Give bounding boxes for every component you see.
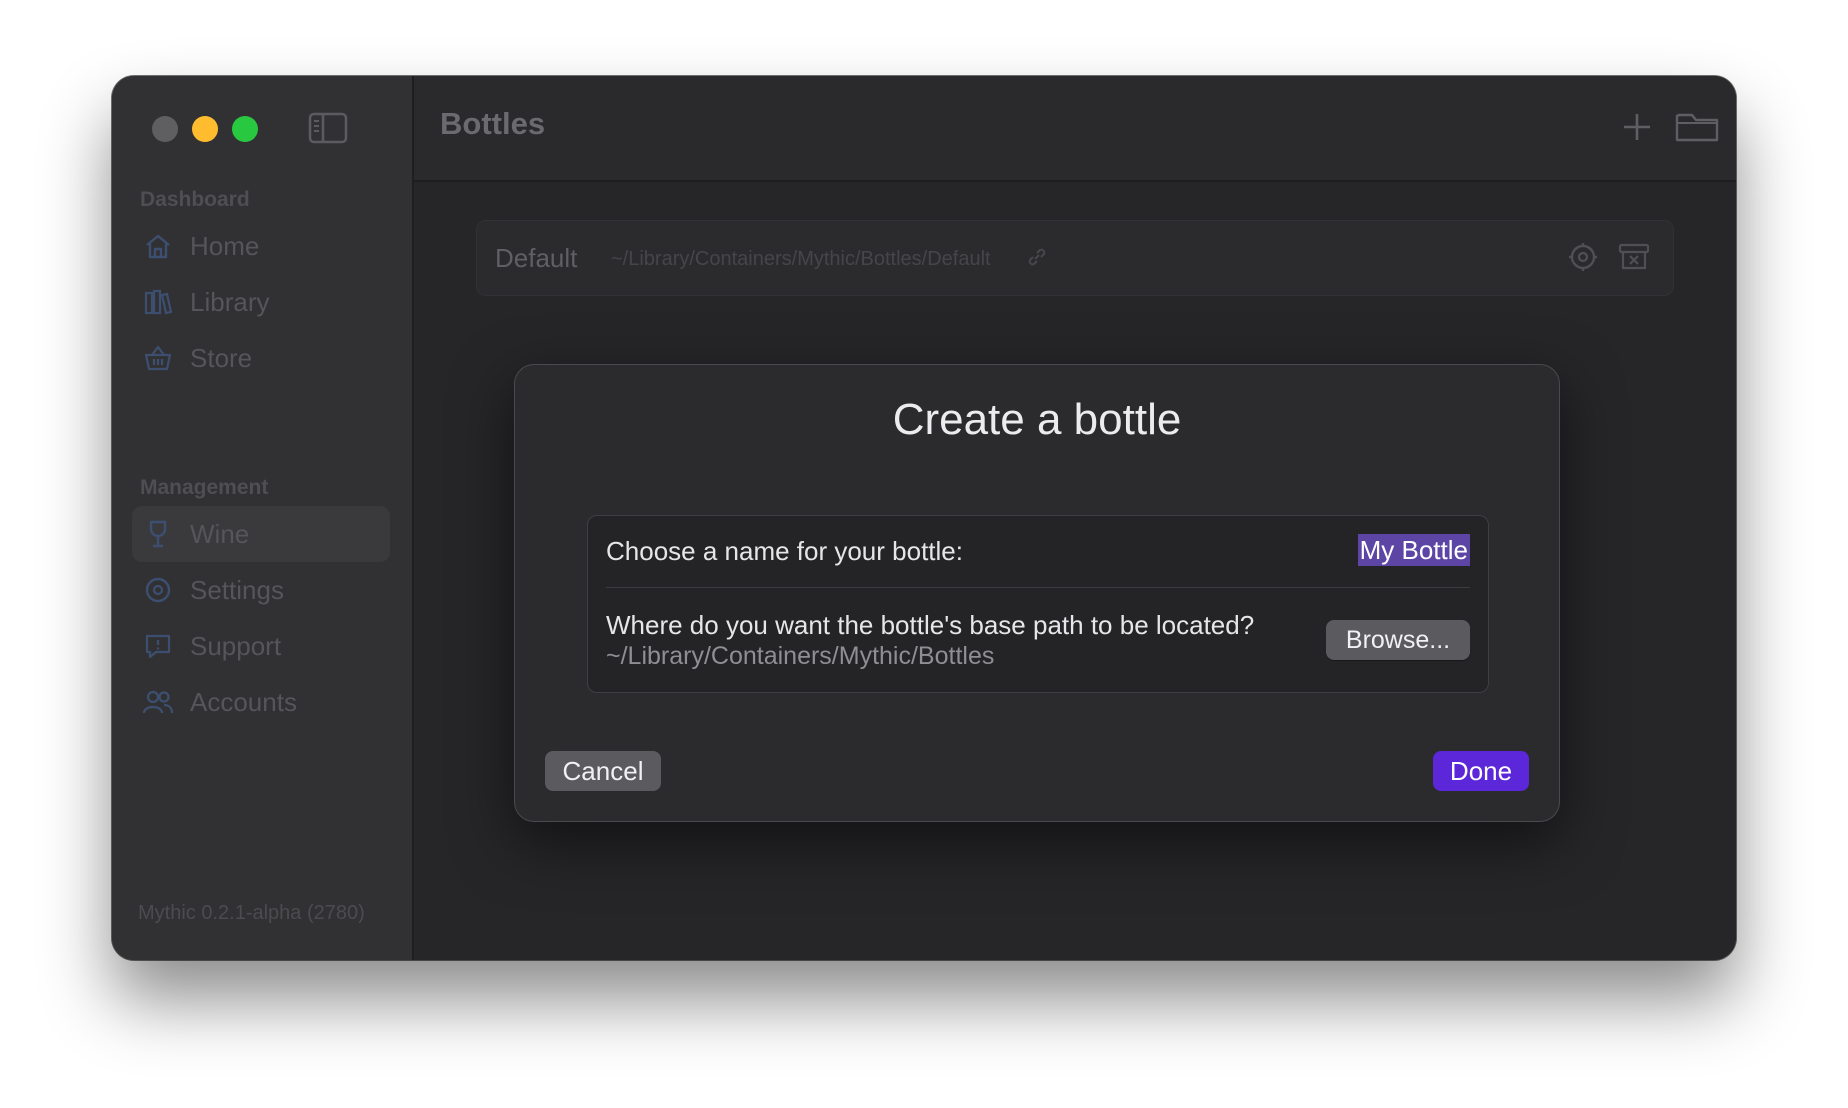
people-icon (142, 686, 174, 718)
window-close-button[interactable] (152, 116, 178, 142)
page-title: Bottles (440, 106, 546, 141)
sidebar-item-support[interactable]: Support (132, 618, 390, 674)
bottle-name-input[interactable]: My Bottle (1357, 534, 1470, 566)
settings-gear-icon[interactable] (1567, 241, 1599, 273)
sidebar-item-accounts[interactable]: Accounts (132, 674, 390, 730)
basket-icon (142, 342, 174, 374)
folder-icon[interactable] (1672, 106, 1722, 148)
base-path-value: ~/Library/Containers/Mythic/Bottles (606, 642, 995, 670)
dialog-title: Create a bottle (892, 395, 1182, 444)
gear-icon (142, 574, 174, 606)
sidebar-toggle-icon[interactable] (308, 112, 348, 144)
plus-icon[interactable] (1616, 106, 1658, 148)
sidebar-item-label: Support (190, 630, 282, 661)
bottle-form: Choose a name for your bottle: My Bottle… (587, 515, 1489, 693)
link-icon[interactable] (1025, 245, 1049, 269)
cancel-button[interactable]: Cancel (545, 751, 661, 791)
sidebar-item-settings[interactable]: Settings (132, 562, 390, 618)
sidebar-item-wine[interactable]: Wine (132, 506, 390, 562)
sidebar-item-library[interactable]: Library (132, 274, 390, 330)
home-icon (142, 230, 174, 262)
sidebar: Dashboard Home Library Store Management … (112, 76, 414, 960)
app-version: Mythic 0.2.1-alpha (2780) (138, 902, 365, 924)
create-bottle-dialog: Create a bottle Choose a name for your b… (514, 364, 1560, 822)
bottle-row[interactable]: Default ~/Library/Containers/Mythic/Bott… (476, 220, 1674, 296)
done-button[interactable]: Done (1433, 751, 1529, 791)
bottle-path: ~/Library/Containers/Mythic/Bottles/Defa… (611, 248, 991, 270)
toolbar: Bottles (414, 76, 1736, 182)
sidebar-item-label: Store (190, 342, 253, 373)
bottle-name: Default (495, 243, 578, 273)
window-minimize-button[interactable] (192, 116, 218, 142)
sidebar-item-label: Library (190, 286, 270, 317)
sidebar-item-label: Wine (190, 518, 250, 549)
sidebar-item-store[interactable]: Store (132, 330, 390, 386)
archive-delete-icon[interactable] (1617, 241, 1651, 273)
app-window: Dashboard Home Library Store Management … (112, 76, 1736, 960)
window-maximize-button[interactable] (232, 116, 258, 142)
sidebar-section-management: Management (140, 476, 269, 499)
sidebar-item-home[interactable]: Home (132, 218, 390, 274)
bottle-name-label: Choose a name for your bottle: (606, 536, 963, 566)
support-bubble-icon (142, 630, 174, 662)
base-path-label: Where do you want the bottle's base path… (606, 610, 1255, 640)
form-divider (606, 587, 1470, 588)
books-icon (142, 286, 174, 318)
wine-glass-icon (142, 518, 174, 550)
sidebar-item-label: Home (190, 230, 260, 261)
sidebar-section-dashboard: Dashboard (140, 188, 250, 211)
browse-button[interactable]: Browse... (1326, 620, 1470, 660)
sidebar-item-label: Accounts (190, 686, 297, 717)
sidebar-item-label: Settings (190, 574, 284, 605)
